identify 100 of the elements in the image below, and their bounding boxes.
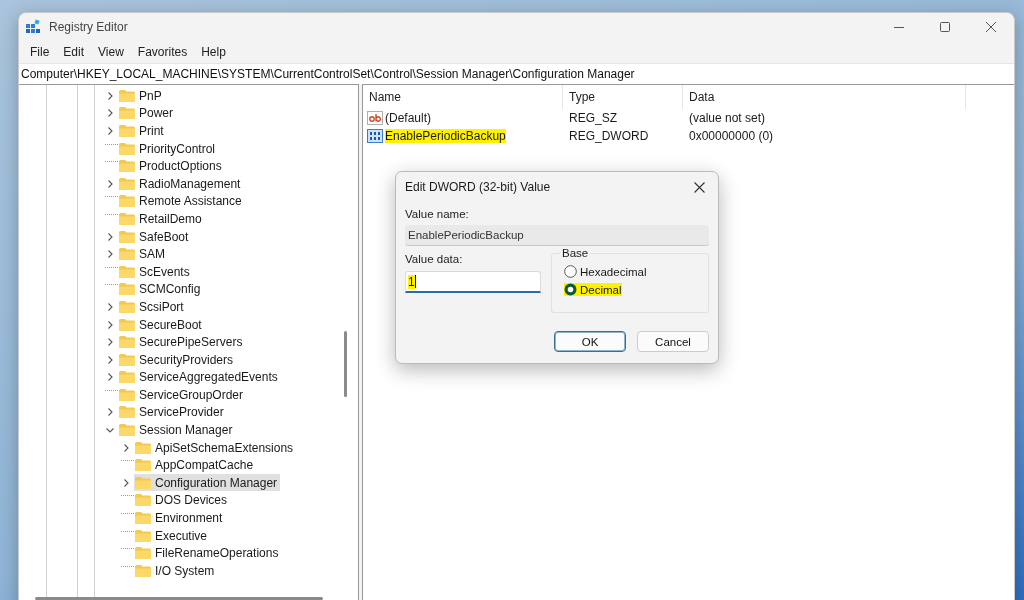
folder-icon [134, 475, 152, 490]
field-label: Value data: [405, 253, 464, 265]
tree-item[interactable]: DOS Devices [134, 491, 231, 509]
dialog-button[interactable]: Cancel [637, 331, 709, 352]
folder-icon [118, 124, 136, 138]
folder-icon [118, 88, 136, 103]
column-header[interactable]: Data [683, 85, 966, 109]
expand-chevron-icon[interactable] [105, 372, 115, 383]
expand-chevron-icon[interactable] [121, 442, 131, 453]
folder-icon [118, 352, 136, 367]
vertical-scrollbar[interactable] [344, 331, 347, 397]
folder-icon [134, 493, 152, 508]
folder-icon [118, 387, 136, 402]
expand-chevron-icon[interactable] [105, 354, 115, 365]
tree-item[interactable]: ScsiPort [118, 298, 187, 316]
expand-chevron-icon[interactable] [105, 90, 115, 101]
tree-item[interactable]: ProductOptions [118, 157, 225, 175]
tree-item[interactable]: PriorityControl [118, 140, 219, 158]
tree-item[interactable]: Power [118, 104, 176, 122]
tree-item[interactable]: SCMConfig [118, 280, 204, 298]
value-data: (value not set) [688, 111, 767, 125]
menu-item[interactable]: File [23, 45, 57, 59]
radio-option[interactable]: Decimal [564, 283, 622, 296]
folder-icon [134, 440, 152, 455]
tree-item[interactable]: SecureBoot [118, 316, 205, 333]
menu-item[interactable]: Edit [56, 45, 92, 59]
tree-item[interactable]: SecurePipeServers [118, 333, 246, 351]
folder-icon [118, 194, 136, 209]
expand-chevron-icon[interactable] [121, 477, 131, 488]
tree-item[interactable]: Session Manager [118, 421, 236, 439]
folder-icon [118, 159, 136, 174]
group-label: Base [560, 247, 591, 259]
folder-icon [118, 264, 136, 279]
tree-item[interactable]: Remote Assistance [118, 192, 245, 210]
menu-item[interactable]: Favorites [130, 45, 195, 59]
tree-item[interactable]: SAM [118, 245, 168, 263]
tree-item[interactable]: RadioManagement [118, 175, 244, 193]
tree-item[interactable]: FileRenameOperations [134, 544, 282, 562]
maximize-icon [940, 22, 950, 32]
folder-icon [118, 211, 136, 226]
value-name[interactable]: (Default) [385, 111, 431, 125]
folder-icon [118, 299, 136, 314]
column-header[interactable]: Name [363, 85, 563, 109]
folder-icon [118, 335, 136, 350]
expand-chevron-icon[interactable] [105, 108, 115, 119]
tree-item[interactable]: Configuration Manager [134, 474, 281, 492]
value-type: REG_SZ [568, 111, 618, 125]
folder-icon [134, 563, 152, 578]
folder-icon [118, 141, 136, 156]
tree-item[interactable]: Executive [134, 527, 211, 545]
value-data-field[interactable]: 1 [405, 271, 541, 293]
tree-item[interactable]: ServiceGroupOrder [118, 386, 247, 404]
menu-item[interactable]: Help [194, 45, 233, 59]
radio-empty-icon [564, 265, 577, 278]
value-data: 0x00000000 (0) [688, 129, 775, 143]
dialog-button[interactable]: OK [554, 331, 626, 352]
folder-icon [134, 546, 152, 561]
field-label: Value name: [405, 208, 470, 220]
folder-icon [118, 176, 136, 191]
close-icon [693, 181, 705, 193]
tree-item[interactable]: AppCompatCache [134, 456, 257, 474]
tree-item[interactable]: ApiSetSchemaExtensions [134, 439, 297, 457]
folder-icon [134, 528, 152, 543]
tree-item[interactable]: Print [118, 122, 167, 140]
expand-chevron-icon[interactable] [105, 407, 115, 418]
tree-item[interactable]: RetailDemo [118, 210, 205, 228]
expand-chevron-icon[interactable] [105, 231, 115, 242]
tree-item[interactable]: I/O System [134, 562, 218, 580]
radio-selected-icon [564, 283, 577, 296]
address-bar[interactable]: Computer\HKEY_LOCAL_MACHINE\SYSTEM\CurrentControlSet\Control\Session Manager\Configuration Manager [19, 63, 1014, 84]
tree-item[interactable]: SecurityProviders [118, 351, 237, 369]
close-icon [986, 22, 996, 32]
expand-chevron-icon[interactable] [105, 337, 115, 348]
dialog-title: Edit DWORD (32-bit) Value [405, 180, 551, 194]
folder-icon [118, 423, 136, 438]
tree-item[interactable]: SafeBoot [118, 228, 192, 246]
expand-chevron-icon[interactable] [105, 178, 115, 189]
folder-icon [118, 405, 136, 420]
folder-icon [134, 458, 152, 473]
expand-chevron-icon[interactable] [105, 126, 115, 136]
tree-item[interactable]: ServiceAggregatedEvents [118, 368, 281, 386]
tree-item[interactable]: Environment [134, 509, 226, 527]
tree-item[interactable]: ServiceProvider [118, 404, 227, 421]
expand-chevron-icon[interactable] [105, 301, 115, 312]
menu-item[interactable]: View [91, 45, 131, 59]
string-value-icon [367, 111, 383, 125]
folder-icon [134, 511, 152, 526]
value-name[interactable]: EnablePeriodicBackup [385, 129, 506, 143]
tree-item[interactable]: ScEvents [118, 263, 193, 281]
folder-icon [118, 317, 136, 332]
tree-item[interactable]: PnP [118, 87, 165, 105]
window-title: Registry Editor [49, 20, 128, 34]
folder-icon [118, 247, 136, 262]
radio-option[interactable]: Hexadecimal [564, 265, 647, 278]
value-name-field[interactable]: EnablePeriodicBackup [405, 225, 709, 246]
expand-chevron-icon[interactable] [105, 319, 115, 330]
column-header[interactable]: Type [563, 85, 683, 109]
expand-chevron-icon[interactable] [105, 249, 115, 260]
folder-icon [118, 229, 136, 244]
horizontal-scrollbar[interactable] [35, 597, 323, 600]
